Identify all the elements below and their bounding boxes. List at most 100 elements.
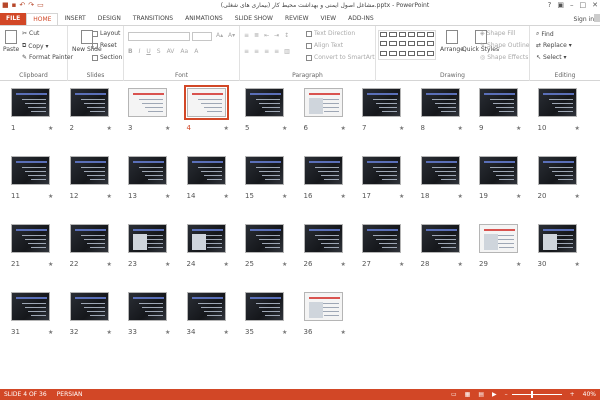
slide-thumbnail[interactable] bbox=[303, 224, 343, 253]
cut-button[interactable]: ✂ Cut bbox=[22, 30, 39, 37]
transition-star-icon[interactable]: ★ bbox=[341, 193, 346, 200]
slide-thumbnail[interactable] bbox=[128, 88, 167, 117]
font-grow-icon[interactable]: A▴ bbox=[216, 32, 223, 39]
align-text-button[interactable]: Align Text bbox=[306, 42, 343, 49]
transition-star-icon[interactable]: ★ bbox=[224, 329, 229, 336]
minimize-icon[interactable]: – bbox=[570, 1, 574, 9]
text-direction-button[interactable]: Text Direction bbox=[306, 30, 355, 37]
slide-thumbnail[interactable] bbox=[537, 224, 577, 253]
transition-star-icon[interactable]: ★ bbox=[575, 193, 580, 200]
transition-star-icon[interactable]: ★ bbox=[458, 125, 463, 132]
slide-thumbnail[interactable] bbox=[420, 224, 460, 253]
transition-star-icon[interactable]: ★ bbox=[516, 261, 521, 268]
slide-thumbnail[interactable] bbox=[362, 156, 401, 185]
transition-star-icon[interactable]: ★ bbox=[516, 125, 521, 132]
normal-view-icon[interactable]: ▭ bbox=[451, 391, 457, 398]
bold-icon[interactable]: B bbox=[128, 48, 133, 55]
select-button[interactable]: ↖ Select ▾ bbox=[536, 54, 567, 61]
slide-thumbnail[interactable] bbox=[537, 88, 577, 117]
zoom-thumb[interactable] bbox=[530, 391, 533, 398]
slide-thumbnail[interactable] bbox=[245, 292, 284, 321]
shape-effects-button[interactable]: ◎ Shape Effects bbox=[480, 54, 528, 61]
tab-review[interactable]: REVIEW bbox=[279, 13, 315, 25]
slide-thumbnail[interactable] bbox=[245, 156, 284, 185]
transition-star-icon[interactable]: ★ bbox=[282, 193, 287, 200]
transition-star-icon[interactable]: ★ bbox=[48, 193, 53, 200]
slide-thumbnail[interactable] bbox=[479, 88, 518, 117]
font-size-box[interactable] bbox=[192, 32, 212, 41]
transition-star-icon[interactable]: ★ bbox=[575, 125, 580, 132]
transition-star-icon[interactable]: ★ bbox=[107, 329, 112, 336]
avatar[interactable] bbox=[594, 14, 600, 22]
change-case-icon[interactable]: Aa bbox=[180, 48, 188, 55]
maximize-icon[interactable]: □ bbox=[580, 1, 587, 9]
slide-thumbnail[interactable] bbox=[128, 224, 167, 253]
line-spacing-icon[interactable]: ↕ bbox=[284, 32, 289, 39]
slide-thumbnail[interactable] bbox=[303, 156, 343, 185]
tab-design[interactable]: DESIGN bbox=[92, 13, 127, 25]
paste-button[interactable]: Paste bbox=[3, 30, 19, 53]
copy-button[interactable]: ⧉ Copy ▾ bbox=[22, 42, 49, 50]
shape-outline-button[interactable]: ✎ Shape Outline bbox=[480, 42, 529, 49]
slide-thumbnail[interactable] bbox=[420, 88, 460, 117]
redo-icon[interactable]: ↷ bbox=[28, 1, 34, 9]
slide-thumbnail[interactable] bbox=[186, 156, 226, 185]
slide-thumbnail[interactable] bbox=[69, 292, 109, 321]
start-slideshow-icon[interactable]: ▭ bbox=[37, 1, 44, 9]
slide-thumbnail[interactable] bbox=[245, 224, 284, 253]
align-center-icon[interactable]: ≡ bbox=[254, 48, 259, 55]
transition-star-icon[interactable]: ★ bbox=[341, 125, 346, 132]
shapes-gallery[interactable] bbox=[378, 30, 436, 60]
transition-star-icon[interactable]: ★ bbox=[224, 125, 229, 132]
slide-thumbnail[interactable] bbox=[11, 88, 50, 117]
char-spacing-icon[interactable]: AV bbox=[167, 48, 175, 55]
transition-star-icon[interactable]: ★ bbox=[458, 193, 463, 200]
sign-in-link[interactable]: Sign in bbox=[574, 16, 594, 23]
convert-smartart-button[interactable]: Convert to SmartArt bbox=[306, 54, 375, 61]
layout-button[interactable]: Layout bbox=[92, 30, 120, 37]
transition-star-icon[interactable]: ★ bbox=[165, 261, 170, 268]
slide-thumbnail[interactable] bbox=[362, 88, 401, 117]
slideshow-view-icon[interactable]: ▶ bbox=[492, 391, 497, 398]
increase-indent-icon[interactable]: ⇥ bbox=[274, 32, 279, 39]
transition-star-icon[interactable]: ★ bbox=[516, 193, 521, 200]
slide-thumbnail[interactable] bbox=[69, 88, 109, 117]
section-button[interactable]: Section bbox=[92, 54, 122, 61]
shape-fill-button[interactable]: ◈ Shape Fill bbox=[480, 30, 515, 37]
strikethrough-icon[interactable]: S bbox=[157, 48, 161, 55]
slide-thumbnail[interactable] bbox=[479, 156, 518, 185]
align-right-icon[interactable]: ≡ bbox=[264, 48, 269, 55]
numbering-icon[interactable]: ≣ bbox=[254, 32, 259, 39]
slide-thumbnail[interactable] bbox=[11, 156, 50, 185]
slide-thumbnail[interactable] bbox=[186, 292, 226, 321]
transition-star-icon[interactable]: ★ bbox=[341, 329, 346, 336]
transition-star-icon[interactable]: ★ bbox=[399, 261, 404, 268]
tab-view[interactable]: VIEW bbox=[315, 13, 343, 25]
help-icon[interactable]: ? bbox=[548, 1, 552, 9]
align-left-icon[interactable]: ≡ bbox=[244, 48, 249, 55]
zoom-slider[interactable] bbox=[511, 391, 562, 398]
font-color-icon[interactable]: A bbox=[194, 48, 198, 55]
underline-icon[interactable]: U bbox=[146, 48, 150, 55]
transition-star-icon[interactable]: ★ bbox=[48, 261, 53, 268]
transition-star-icon[interactable]: ★ bbox=[165, 193, 170, 200]
tab-slide-show[interactable]: SLIDE SHOW bbox=[229, 13, 279, 25]
transition-star-icon[interactable]: ★ bbox=[341, 261, 346, 268]
slide-thumbnail[interactable] bbox=[245, 88, 284, 117]
zoom-in-icon[interactable]: + bbox=[570, 391, 575, 398]
slide-thumbnail[interactable] bbox=[186, 224, 226, 253]
slide-thumbnail[interactable] bbox=[11, 224, 50, 253]
slide-thumbnail[interactable] bbox=[183, 85, 229, 120]
tab-animations[interactable]: ANIMATIONS bbox=[179, 13, 229, 25]
slide-thumbnail[interactable] bbox=[420, 156, 460, 185]
transition-star-icon[interactable]: ★ bbox=[282, 329, 287, 336]
decrease-indent-icon[interactable]: ⇤ bbox=[264, 32, 269, 39]
transition-star-icon[interactable]: ★ bbox=[575, 261, 580, 268]
slide-thumbnail[interactable] bbox=[479, 224, 518, 253]
format-painter-button[interactable]: ✎ Format Painter bbox=[22, 54, 73, 61]
slide-thumbnail[interactable] bbox=[69, 224, 109, 253]
tab-transitions[interactable]: TRANSITIONS bbox=[127, 13, 179, 25]
language-indicator[interactable]: PERSIAN bbox=[57, 391, 83, 398]
transition-star-icon[interactable]: ★ bbox=[282, 125, 287, 132]
close-icon[interactable]: ✕ bbox=[592, 1, 598, 9]
